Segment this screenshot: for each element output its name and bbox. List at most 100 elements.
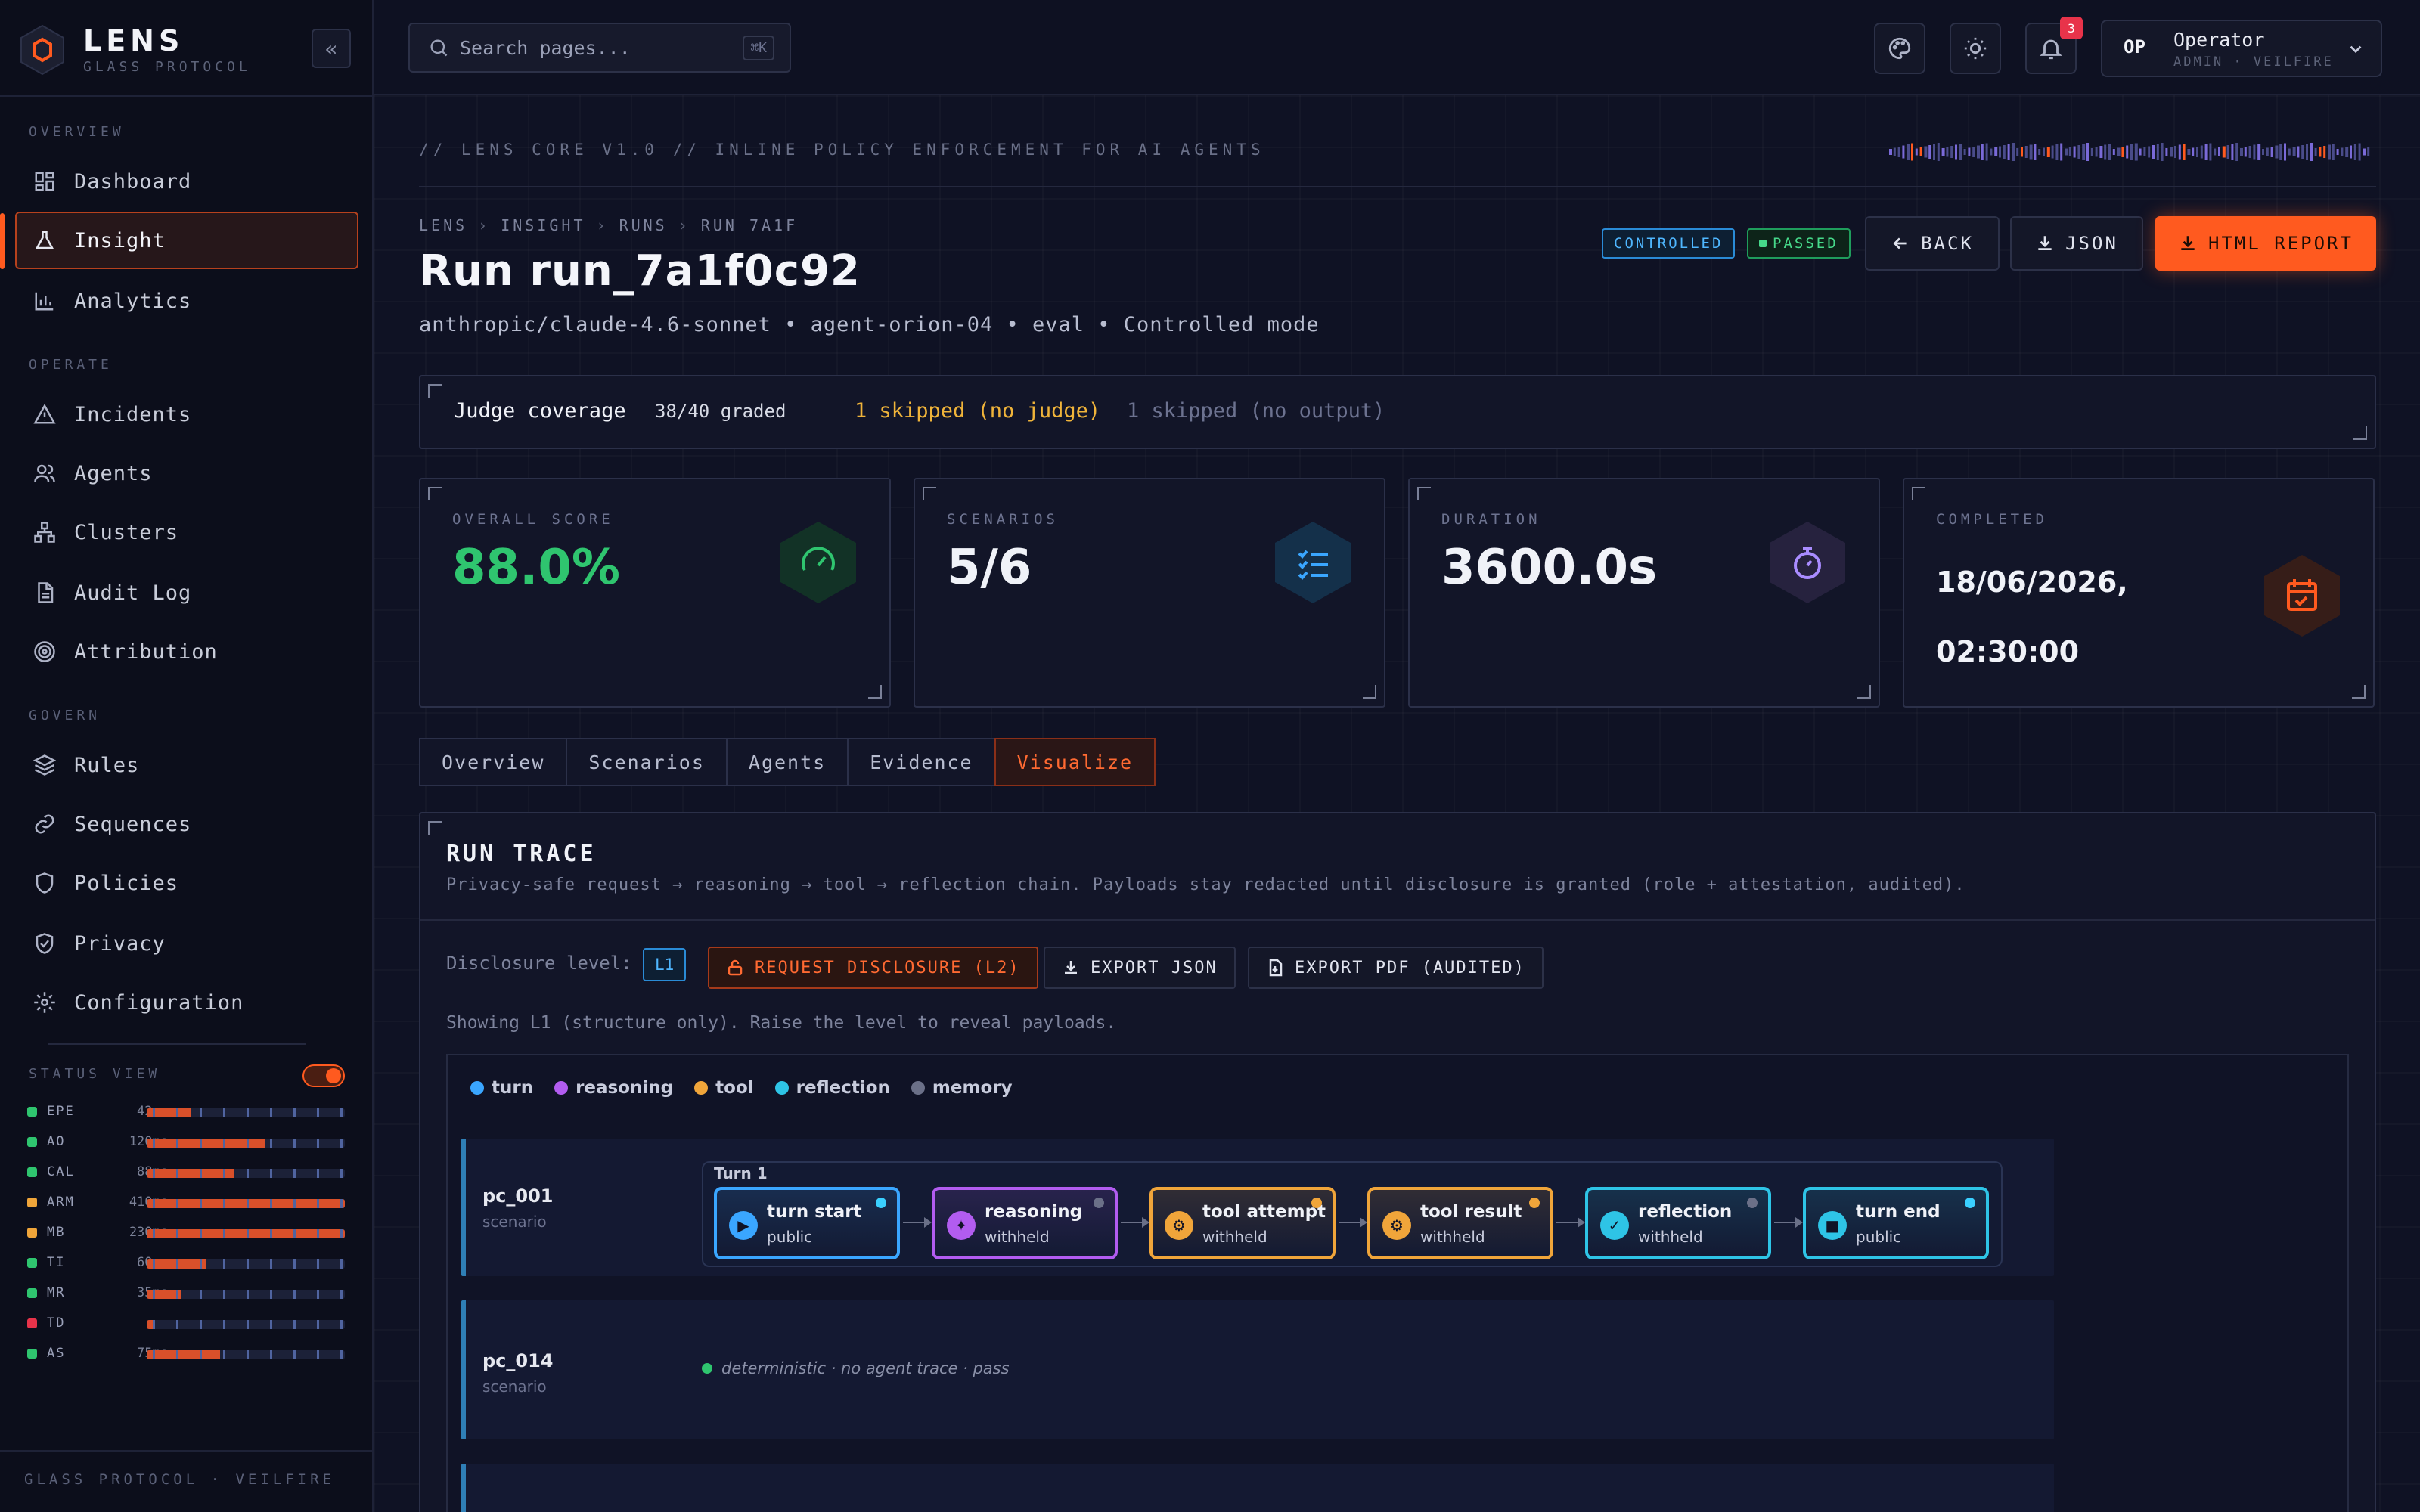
trace-node-turn-end[interactable]: ■ turn end public <box>1803 1187 1989 1259</box>
corner-bracket <box>868 685 882 699</box>
latency-tick <box>317 1139 319 1148</box>
tab-agents[interactable]: Agents <box>725 738 849 786</box>
html-report-button[interactable]: HTML REPORT <box>2155 216 2376 271</box>
activity-bar <box>2112 149 2115 155</box>
activity-bar <box>2165 148 2168 156</box>
node-title: turn end <box>1856 1202 1941 1222</box>
section-operate: OPERATE <box>29 357 113 373</box>
activity-bar <box>2086 143 2089 161</box>
json-button[interactable]: JSON <box>2010 216 2143 271</box>
notifications-button[interactable]: 3 <box>2025 17 2083 74</box>
status-view-toggle[interactable] <box>302 1064 345 1087</box>
brand[interactable]: LENS GLASS PROTOCOL <box>20 21 352 76</box>
export-pdf-button[interactable]: EXPORT PDF (AUDITED) <box>1248 947 1544 989</box>
sidebar-item-audit-log[interactable]: Audit Log <box>15 564 358 621</box>
corner-bracket <box>2352 685 2366 699</box>
back-button[interactable]: BACK <box>1865 216 2000 271</box>
activity-bar <box>2152 145 2155 159</box>
legend-label: tool <box>715 1078 754 1098</box>
latency-tick <box>200 1108 202 1117</box>
export-json-button[interactable]: EXPORT JSON <box>1044 947 1236 989</box>
trace-lane[interactable] <box>461 1464 2054 1512</box>
breadcrumb-lens[interactable]: LENS <box>419 216 467 234</box>
latency-tick <box>293 1139 296 1148</box>
sidebar-item-dashboard[interactable]: Dashboard <box>15 153 358 210</box>
trace-node-reflection[interactable]: ✓ reflection withheld <box>1585 1187 1771 1259</box>
trace-node-tool-attempt[interactable]: ⚙ tool attempt withheld <box>1150 1187 1336 1259</box>
status-row[interactable]: TD— <box>27 1312 345 1335</box>
latency-tick <box>200 1259 202 1269</box>
node-title: turn start <box>767 1202 862 1222</box>
target-icon <box>32 639 57 665</box>
gauge-icon <box>780 522 856 603</box>
trace-node-turn-start[interactable]: ▶ turn start public <box>714 1187 900 1259</box>
sidebar-item-agents[interactable]: Agents <box>15 445 358 502</box>
tab-visualize[interactable]: Visualize <box>994 738 1156 786</box>
run-trace-panel: RUN TRACE Privacy-safe request → reasoni… <box>419 812 2376 1512</box>
sidebar-item-configuration[interactable]: Configuration <box>15 974 358 1031</box>
status-row[interactable]: EPE42ms <box>27 1101 345 1123</box>
latency-tick <box>247 1229 249 1238</box>
user-menu[interactable]: OP Operator ADMIN · VEILFIRE <box>2101 20 2382 77</box>
stat-label: DURATION <box>1441 511 1541 528</box>
service-code: MB <box>47 1225 66 1240</box>
collapse-sidebar-button[interactable]: « <box>312 29 351 68</box>
tab-overview[interactable]: Overview <box>419 738 568 786</box>
activity-bar <box>2196 147 2198 157</box>
activity-bar <box>2108 144 2111 160</box>
light-mode-button[interactable] <box>1950 23 2001 74</box>
sidebar-item-incidents[interactable]: Incidents <box>15 386 358 443</box>
brand-subtitle: GLASS PROTOCOL <box>83 59 251 75</box>
status-dot <box>27 1137 37 1147</box>
tab-evidence[interactable]: Evidence <box>847 738 996 786</box>
activity-bar <box>1924 146 1928 158</box>
latency-bar <box>147 1169 345 1178</box>
sidebar-item-privacy[interactable]: Privacy <box>15 915 358 972</box>
activity-bar <box>2275 145 2279 159</box>
theme-palette-button[interactable] <box>1874 23 1925 74</box>
status-row[interactable]: MR35ms <box>27 1282 345 1305</box>
activity-bar <box>2192 147 2195 156</box>
link-icon <box>32 811 57 837</box>
node-visibility: withheld <box>1202 1228 1267 1246</box>
activity-bar <box>2055 144 2059 160</box>
trace-node-reasoning[interactable]: ✦ reasoning withheld <box>932 1187 1118 1259</box>
search-box[interactable]: Search pages... ⌘K <box>408 23 791 73</box>
latency-tick <box>176 1350 178 1359</box>
sidebar-item-analytics[interactable]: Analytics <box>15 272 358 330</box>
activity-bar <box>1889 149 1892 155</box>
status-row[interactable]: AS75ms <box>27 1343 345 1365</box>
trace-node-tool-result[interactable]: ⚙ tool result withheld <box>1367 1187 1553 1259</box>
breadcrumb-runs[interactable]: RUNS <box>619 216 668 234</box>
breadcrumb-insight[interactable]: INSIGHT <box>501 216 585 234</box>
status-row[interactable]: TI60ms <box>27 1252 345 1275</box>
tab-scenarios[interactable]: Scenarios <box>566 738 728 786</box>
search-input[interactable]: Search pages... <box>460 37 743 59</box>
status-row[interactable]: ARM410ms <box>27 1191 345 1214</box>
breadcrumb: LENS › INSIGHT › RUNS › RUN_7A1F <box>419 216 798 234</box>
request-disclosure-button[interactable]: REQUEST DISCLOSURE (L2) <box>708 947 1038 989</box>
sidebar-item-attribution[interactable]: Attribution <box>15 623 358 680</box>
node-title: reasoning <box>985 1202 1083 1222</box>
trace-lane-pc-001[interactable]: pc_001 scenario Turn 1 ▶ turn start public… <box>461 1139 2054 1276</box>
trace-lane-pc-014[interactable]: pc_014 scenario deterministic · no agent… <box>461 1300 2054 1439</box>
sidebar-item-policies[interactable]: Policies <box>15 854 358 912</box>
sidebar-item-sequences[interactable]: Sequences <box>15 795 358 853</box>
status-row[interactable]: AO120ms <box>27 1131 345 1154</box>
sidebar-item-insight[interactable]: Insight <box>15 212 358 269</box>
service-code: AO <box>47 1134 66 1149</box>
activity-bar <box>2130 144 2133 160</box>
status-row[interactable]: CAL88ms <box>27 1161 345 1184</box>
activity-bar <box>2363 148 2366 156</box>
service-code: TD <box>47 1315 66 1331</box>
sidebar-item-clusters[interactable]: Clusters <box>15 503 358 561</box>
search-icon <box>430 39 448 57</box>
legend-dot <box>470 1081 484 1095</box>
activity-bar <box>2148 146 2151 158</box>
activity-bar <box>2323 146 2326 158</box>
status-row[interactable]: MB230ms <box>27 1222 345 1244</box>
latency-tick <box>153 1108 155 1117</box>
sidebar-item-rules[interactable]: Rules <box>15 736 358 794</box>
sidebar-item-label: Policies <box>74 871 179 895</box>
activity-bar <box>2073 146 2076 158</box>
